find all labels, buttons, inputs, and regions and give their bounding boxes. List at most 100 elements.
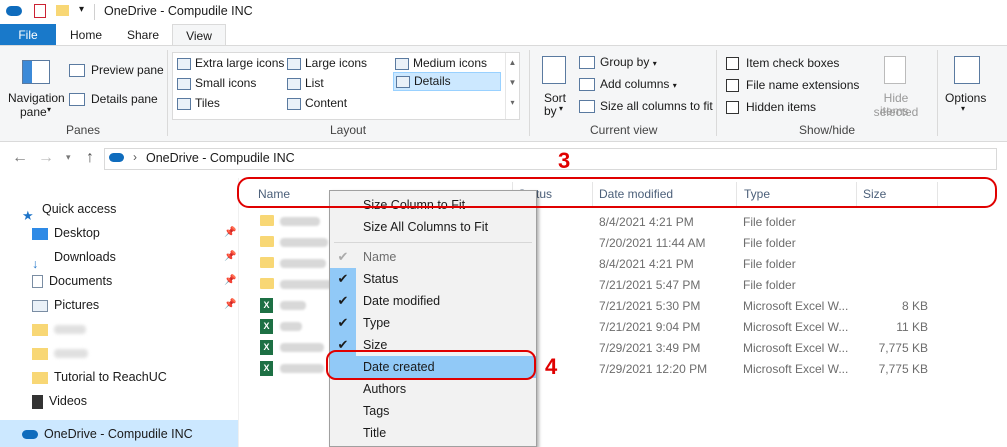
nav-pictures[interactable]: Pictures [32,293,99,317]
hidden-items-toggle[interactable]: Hidden items [726,100,816,115]
folder-icon [260,278,274,289]
annotation-box-date-created [326,350,536,380]
layout-tiles[interactable]: Tiles [177,93,220,113]
nav-downloads[interactable]: ↓ Downloads [32,245,116,271]
recent-locations-icon[interactable]: ▾ [66,152,71,163]
menu-column-tags[interactable]: Tags [330,400,536,422]
onedrive-icon [22,430,38,440]
menu-column-title[interactable]: Title [330,422,536,444]
group-by-button[interactable]: Group by ▾ [579,55,657,70]
chevron-down-icon: ▾ [672,81,677,90]
layout-small-icons[interactable]: Small icons [177,73,256,93]
checkbox-icon [726,79,739,93]
hide-selected-items-button[interactable]: Hide selected items [858,54,932,119]
nav-blurred-folder-1[interactable] [32,317,86,341]
address-path: OneDrive - Compudile INC [146,151,295,165]
chevron-down-icon: ▾ [559,104,564,113]
group-label-current-view: Current view [590,123,658,137]
navigation-pane-button[interactable]: Navigation pane ▾ [6,54,65,120]
forward-arrow-icon[interactable]: → [38,149,54,167]
sort-by-button[interactable]: Sort by ▾ [538,54,574,118]
checkmark-icon: ✔ [330,268,356,290]
add-columns-button[interactable]: Add columns ▾ [579,77,677,92]
layout-scroll[interactable]: ▲ ▼ ▾ [505,53,519,119]
menu-column-authors[interactable]: Authors [330,378,536,400]
group-label-show-hide: Show/hide [799,123,856,137]
row-date-modified: 7/20/2021 11:44 AM [599,236,706,250]
layout-large-icons[interactable]: Large icons [287,53,367,73]
large-icons-icon [287,57,301,70]
folder-icon [32,371,48,384]
tab-share[interactable]: Share [115,24,171,46]
download-icon: ↓ [32,256,39,271]
new-folder-icon[interactable] [56,5,69,16]
vertical-scrollbar[interactable] [991,178,1007,447]
row-type: Microsoft Excel W... [743,320,849,334]
chevron-down-icon: ▾ [961,104,966,113]
onedrive-icon [109,153,124,162]
nav-tutorial-folder[interactable]: Tutorial to ReachUC [32,365,167,389]
small-icons-icon [177,77,191,90]
layout-medium-icons[interactable]: Medium icons [395,53,487,73]
pin-icon[interactable]: 📌 [224,251,236,262]
tab-file[interactable]: File [0,24,56,46]
size-columns-icon [579,100,595,114]
excel-file-icon: X [260,361,273,376]
nav-videos[interactable]: Videos [32,389,87,413]
details-pane-button[interactable]: Details pane [69,92,158,107]
up-arrow-icon[interactable]: ↑ [86,149,94,167]
content-icon [287,97,301,110]
menu-column-name: ✔ Name [330,246,536,268]
menu-size-all-columns-to-fit[interactable]: Size All Columns to Fit [330,216,536,238]
row-date-modified: 7/21/2021 9:04 PM [599,320,701,334]
annotation-step-4: 4 [545,354,558,379]
window-title: OneDrive - Compudile INC [104,4,253,18]
documents-icon [32,275,43,289]
folder-icon [32,323,48,336]
nav-blurred-folder-2[interactable] [32,341,88,365]
excel-file-icon: X [260,298,273,313]
menu-column-date-modified[interactable]: ✔ Date modified [330,290,536,312]
add-columns-icon [579,78,595,92]
layout-details[interactable]: Details [393,72,501,91]
back-arrow-icon[interactable]: ← [12,149,28,167]
row-date-modified: 7/29/2021 12:20 PM [599,362,708,376]
nav-documents[interactable]: Documents [32,269,112,293]
size-all-columns-button[interactable]: Size all columns to fit [579,99,713,114]
options-button[interactable]: Options ▾ [943,54,991,120]
onedrive-icon [6,6,22,16]
menu-column-type[interactable]: ✔ Type [330,312,536,334]
title-bar: ▾ OneDrive - Compudile INC [0,0,1007,24]
details-icon [396,75,410,88]
layout-extra-large-icons[interactable]: Extra large icons [177,53,284,73]
row-type: Microsoft Excel W... [743,362,849,376]
file-extensions-toggle[interactable]: File name extensions [726,78,859,93]
row-type: Microsoft Excel W... [743,341,849,355]
pin-icon[interactable]: 📌 [224,227,236,238]
layout-list[interactable]: List [287,73,324,93]
ribbon: Navigation pane ▾ Preview pane Details p… [0,45,1007,142]
layout-content[interactable]: Content [287,93,347,113]
menu-column-status[interactable]: ✔ Status [330,268,536,290]
folder-icon [260,257,274,268]
group-label-layout: Layout [330,123,367,137]
nav-desktop[interactable]: Desktop [32,221,100,245]
pin-icon[interactable]: 📌 [224,299,236,310]
nav-onedrive[interactable]: OneDrive - Compudile INC [22,422,193,446]
row-type: Microsoft Excel W... [743,299,849,313]
group-by-icon [579,56,595,70]
tab-view[interactable]: View [172,24,226,46]
navigation-pane-icon [22,60,50,84]
properties-icon[interactable] [34,4,46,18]
preview-pane-icon [69,64,85,78]
preview-pane-button[interactable]: Preview pane [69,63,164,78]
quick-access-dropdown-icon[interactable]: ▾ [79,4,84,15]
row-type: File folder [743,257,796,271]
row-date-modified: 7/29/2021 3:49 PM [599,341,701,355]
tab-home[interactable]: Home [58,24,114,46]
row-type: File folder [743,278,796,292]
nav-quick-access[interactable]: ★ Quick access [22,197,116,223]
pin-icon[interactable]: 📌 [224,275,236,286]
extra-large-icons-icon [177,57,191,70]
item-checkboxes-toggle[interactable]: Item check boxes [726,56,839,71]
